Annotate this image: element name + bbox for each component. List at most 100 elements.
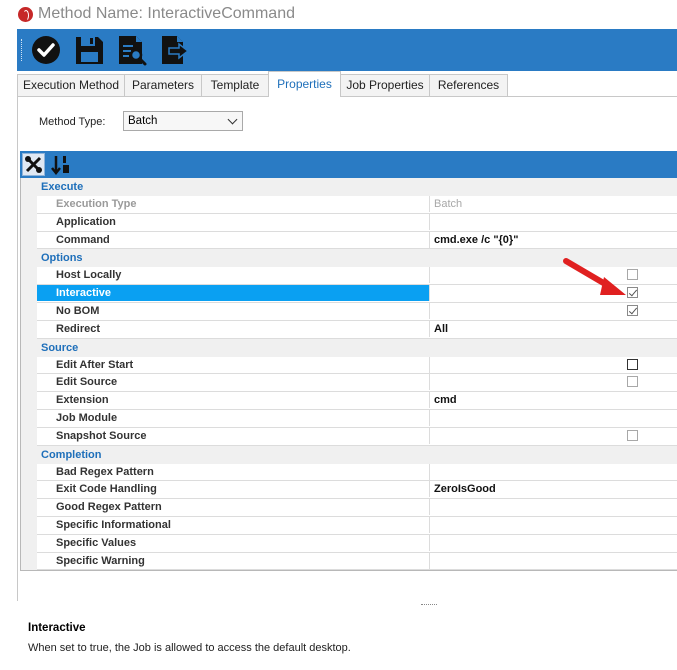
property-row-bad-regex-pattern[interactable]: Bad Regex Pattern [37,463,677,482]
tab-job-properties[interactable]: Job Properties [340,74,430,96]
property-name: Command [56,233,110,246]
category-label: Completion [41,448,102,461]
category-completion[interactable]: Completion [21,445,677,464]
property-row-specific-warning[interactable]: Specific Warning [37,552,677,571]
column-divider[interactable] [429,463,430,480]
column-divider[interactable] [429,374,430,391]
property-name: Interactive [56,287,112,300]
property-value[interactable]: cmd [434,394,457,406]
property-name: Job Module [56,412,118,424]
tab-panel-border [17,96,18,601]
save-icon [76,37,103,64]
title-bar: Method Name: InteractiveCommand [0,0,677,28]
grid-gutter [21,356,37,446]
property-row-snapshot-source[interactable]: Snapshot Source [37,427,677,446]
column-divider[interactable] [429,320,430,337]
tab-execution-method[interactable]: Execution Method [17,74,125,96]
categorized-view-button[interactable] [22,153,45,176]
property-row-exit-code-handling[interactable]: Exit Code Handling ZeroIsGood [37,481,677,500]
column-divider[interactable] [429,285,430,302]
grid-gutter [21,196,37,250]
property-name: Specific Warning [56,554,145,567]
column-divider[interactable] [429,267,430,284]
column-divider[interactable] [429,427,430,444]
property-name: Bad Regex Pattern [56,465,154,478]
column-divider[interactable] [429,552,430,569]
property-name: No BOM [56,305,100,317]
property-name: Extension [56,394,109,407]
red-arrow-icon [563,258,626,295]
main-toolbar [17,29,677,71]
property-row-application[interactable]: Application [37,213,677,232]
property-row-job-module[interactable]: Job Module [37,410,677,428]
tab-strip: Execution Method Parameters Template Pro… [17,71,677,97]
alphabetical-sort-button[interactable] [50,153,72,176]
property-row-specific-values[interactable]: Specific Values [37,534,677,553]
property-row-redirect[interactable]: Redirect All [37,320,677,339]
tab-parameters[interactable]: Parameters [124,74,202,96]
property-name: Redirect [56,322,101,335]
property-name: Execution Type [56,198,137,210]
search-document-button[interactable] [114,33,148,67]
property-checkbox[interactable] [627,305,638,316]
property-name: Specific Values [56,536,137,549]
description-title: Interactive [28,622,86,634]
column-divider[interactable] [429,356,430,373]
property-value[interactable]: ZeroIsGood [434,483,496,495]
splitter-grip[interactable] [421,604,437,607]
column-divider[interactable] [429,196,430,212]
description-text: When set to true, the Job is allowed to … [28,642,351,654]
property-checkbox[interactable] [627,429,638,441]
window-title: Method Name: InteractiveCommand [38,5,295,22]
column-divider[interactable] [429,517,430,533]
category-label: Source [41,341,79,354]
property-name: Edit After Start [56,358,134,371]
column-divider[interactable] [429,303,430,319]
property-row-specific-informational[interactable]: Specific Informational [37,517,677,535]
category-execute[interactable]: Execute [21,178,677,196]
wrench-icon [25,156,42,173]
property-checkbox[interactable] [627,376,638,388]
tab-properties[interactable]: Properties [268,71,341,97]
property-name: Specific Informational [56,519,171,531]
property-row-no-bom[interactable]: No BOM [37,303,677,321]
toolbar-grip[interactable] [21,39,24,61]
column-divider[interactable] [429,392,430,409]
column-divider[interactable] [429,231,430,248]
property-row-extension[interactable]: Extension cmd [37,392,677,410]
grid-gutter [21,267,37,339]
app-logo-icon [18,7,33,22]
property-row-good-regex-pattern[interactable]: Good Regex Pattern [37,499,677,517]
property-value[interactable]: Batch [434,198,462,210]
property-row-edit-after-start[interactable]: Edit After Start [37,356,677,375]
chevron-down-icon [227,114,238,125]
column-divider[interactable] [429,499,430,516]
property-name: Exit Code Handling [56,483,157,496]
property-value[interactable]: cmd.exe /c "{0}" [434,234,518,246]
sort-az-icon [51,156,69,176]
method-type-label: Method Type: [39,116,106,128]
property-row-edit-source[interactable]: Edit Source [37,374,677,393]
check-circle-button[interactable] [29,33,63,67]
column-divider[interactable] [429,213,430,230]
save-button[interactable] [72,33,106,67]
property-row-execution-type[interactable]: Execution Type Batch [37,196,677,214]
export-document-button[interactable] [157,33,191,67]
tab-template[interactable]: Template [201,74,269,96]
property-row-command[interactable]: Command cmd.exe /c "{0}" [37,231,677,250]
property-name: Good Regex Pattern [56,501,162,514]
tab-references[interactable]: References [429,74,508,96]
property-name: Host Locally [56,269,122,282]
check-circle-icon [32,36,60,64]
method-type-select[interactable]: Batch [123,111,243,131]
property-name: Snapshot Source [56,429,147,442]
property-value[interactable]: All [434,323,448,335]
category-source[interactable]: Source [21,338,677,357]
method-type-value: Batch [128,115,158,127]
column-divider[interactable] [429,410,430,426]
category-label: Options [41,252,83,265]
grid-gutter [21,463,37,571]
column-divider[interactable] [429,534,430,551]
property-checkbox[interactable] [627,358,638,370]
column-divider[interactable] [429,481,430,498]
